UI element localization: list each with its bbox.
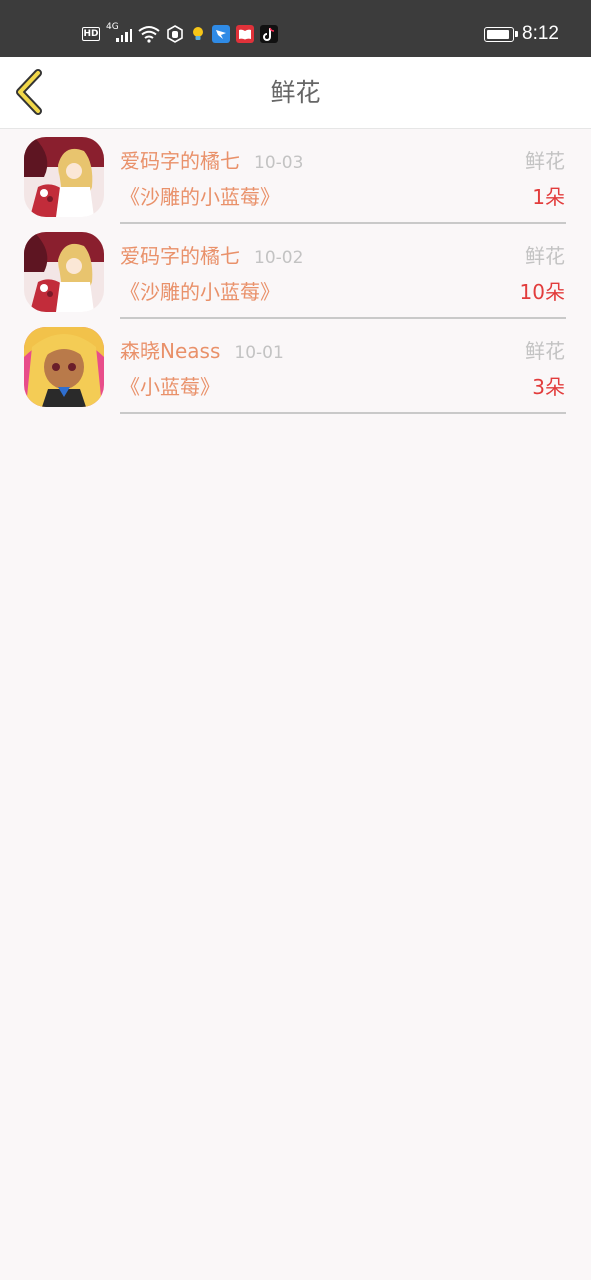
flower-record-list: 爱码字的橘七 10-03 鲜花 《沙雕的小蓝莓》 1朵 爱码字的橘七 10-02… xyxy=(0,129,591,414)
row-header: 森晓Neass 10-01 xyxy=(120,335,284,364)
gift-type: 鲜花 xyxy=(525,244,565,268)
avatar[interactable] xyxy=(24,137,104,217)
hand-icon xyxy=(166,25,184,43)
record-date: 10-01 xyxy=(234,343,284,363)
book-title[interactable]: 《沙雕的小蓝莓》 xyxy=(120,276,280,305)
user-name[interactable]: 爱码字的橘七 xyxy=(120,145,240,174)
list-item[interactable]: 爱码字的橘七 10-03 鲜花 《沙雕的小蓝莓》 1朵 xyxy=(0,129,591,224)
clock-time: 8:12 xyxy=(522,23,559,44)
avatar[interactable] xyxy=(24,232,104,312)
user-name[interactable]: 森晓Neass xyxy=(120,335,220,364)
hd-icon: HD xyxy=(82,27,100,41)
reader-app-icon xyxy=(236,25,254,43)
dingtalk-app-icon xyxy=(212,25,230,43)
status-icons: HD 4G xyxy=(82,22,278,46)
row-divider xyxy=(120,412,566,414)
bulb-app-icon xyxy=(190,25,206,43)
flower-count: 1朵 xyxy=(532,185,565,209)
list-item[interactable]: 爱码字的橘七 10-02 鲜花 《沙雕的小蓝莓》 10朵 xyxy=(0,224,591,319)
top-nav-bar: 鲜花 xyxy=(0,57,591,129)
record-date: 10-03 xyxy=(254,153,304,173)
list-item[interactable]: 森晓Neass 10-01 鲜花 《小蓝莓》 3朵 xyxy=(0,319,591,414)
cellular-signal-icon: 4G xyxy=(106,22,132,44)
book-title[interactable]: 《沙雕的小蓝莓》 xyxy=(120,181,280,210)
wifi-icon xyxy=(138,25,160,43)
book-title[interactable]: 《小蓝莓》 xyxy=(120,371,220,400)
record-date: 10-02 xyxy=(254,248,304,268)
gift-type: 鲜花 xyxy=(525,149,565,173)
row-header: 爱码字的橘七 10-03 xyxy=(120,145,303,174)
gift-type: 鲜花 xyxy=(525,339,565,363)
status-bar: HD 4G 8:12 xyxy=(0,0,591,57)
flower-count: 3朵 xyxy=(532,375,565,399)
user-name[interactable]: 爱码字的橘七 xyxy=(120,240,240,269)
page-title: 鲜花 xyxy=(270,78,321,107)
battery-icon xyxy=(484,26,519,42)
tiktok-app-icon xyxy=(260,25,278,43)
flower-count: 10朵 xyxy=(519,280,565,304)
status-right: 8:12 xyxy=(484,22,559,46)
avatar[interactable] xyxy=(24,327,104,407)
row-header: 爱码字的橘七 10-02 xyxy=(120,240,303,269)
